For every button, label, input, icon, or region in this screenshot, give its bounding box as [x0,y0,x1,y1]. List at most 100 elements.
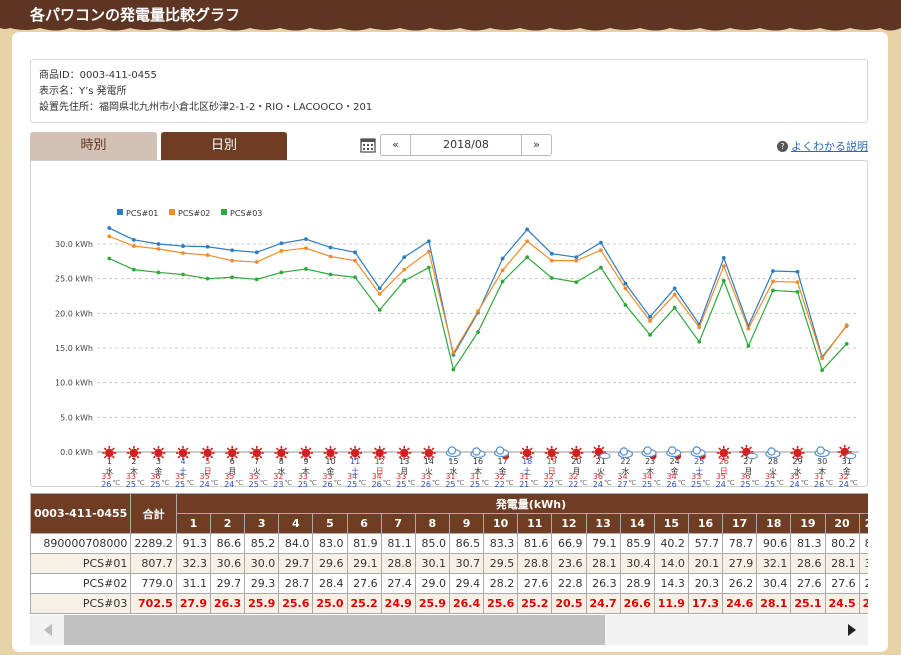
data-point [476,330,480,334]
data-point [107,256,112,261]
sun-ray [578,447,582,451]
product-id-text: 商品ID：0003-411-0455 [39,70,157,81]
cloud-puff [447,446,457,455]
celsius-unit: ℃ [653,479,661,487]
row-cell: 28.8 [517,553,553,574]
tab-hourly[interactable]: 時別 [30,132,157,160]
sun-ray [111,447,115,451]
sun-ray [234,447,238,451]
data-point [107,226,112,230]
data-point [500,279,505,284]
cloud-puff [816,446,825,455]
data-point [525,255,530,260]
data-point [328,254,333,259]
temp-low: 24 [839,480,849,488]
month-value[interactable]: 2018/08 [411,135,521,155]
y-tick-label: 25.0 kWh [55,275,93,284]
celsius-unit: ℃ [137,479,145,487]
sun-ray [210,447,214,451]
celsius-unit: ℃ [211,479,219,487]
sun-disc [522,448,532,458]
generation-table-wrapper: 0003-411-0455 合計 発電量(kWh) 1 2 3 4 5 6 7 8 9 10 11 1… [30,493,868,615]
celsius-unit: ℃ [678,479,686,487]
temp-low: 25 [249,480,259,488]
celsius-unit: ℃ [260,479,268,487]
data-point [279,241,284,246]
chart-legend: PCS#01 PCS#02 PCS#03 [117,209,262,218]
celsius-unit: ℃ [825,479,833,487]
data-point [426,265,431,270]
data-point [721,278,726,283]
data-point [574,280,579,285]
sun-ray [398,447,402,451]
day-header: 7 [380,513,416,534]
row-cell: 30.1 [414,553,450,574]
row-cell: 27.9 [722,553,758,574]
row-cell: 14.3 [653,573,689,594]
scroll-right-arrow-icon[interactable] [848,624,856,636]
row-label: 890000708000 [30,533,132,554]
day-header: 10 [483,513,519,534]
sun-ray [521,447,525,451]
celsius-unit: ℃ [383,479,391,487]
sun-ray [357,447,361,451]
table-total-header: 合計 [130,493,177,534]
legend-swatch [117,209,123,215]
row-cell: 25.9 [244,593,280,614]
horizontal-scrollbar[interactable] [30,615,868,645]
row-cell: 25.0 [312,593,348,614]
data-point [156,246,161,251]
scrollbar-thumb[interactable] [64,615,605,645]
row-cell: 20.3 [687,573,724,594]
day-header: 17 [722,513,758,534]
month-navigator: « 2018/08 » [380,134,552,156]
row-cell: 20.1 [687,553,724,574]
sun-ray [185,447,189,451]
data-point [795,269,800,274]
data-point [623,286,628,291]
y-tick-label: 30.0 kWh [55,240,93,249]
row-cell: 81.1 [380,533,416,554]
row-cell: 25.9 [414,593,450,614]
row-cell: 24.7 [585,593,621,614]
row-cell: 28.6 [790,553,826,574]
celsius-unit: ℃ [801,479,809,487]
celsius-unit: ℃ [555,479,563,487]
sun-ray [839,454,843,458]
data-point [574,258,579,263]
sun-ray [177,447,181,451]
celsius-unit: ℃ [334,479,342,487]
legend-label: PCS#03 [230,209,262,218]
next-month-button[interactable]: » [521,135,551,155]
day-header: 13 [585,513,621,534]
sun-ray [259,447,263,451]
y-tick-label: 10.0 kWh [55,379,93,388]
row-cell: 30.4 [756,573,792,594]
temp-low: 24 [789,480,799,488]
sun-cloud-icon [837,445,857,460]
cloud-puff [667,446,677,455]
row-label: PCS#02 [30,573,132,594]
row-cell: 86.6 [209,533,246,554]
calendar-icon[interactable] [360,137,376,153]
data-point [181,251,185,255]
data-point [672,305,677,310]
y-tick-label: 5.0 kWh [60,413,93,422]
help-link-label[interactable]: よくわかる説明 [791,140,868,153]
cloud-icon [765,447,781,459]
cloud-puff [619,447,629,456]
sun-disc [277,448,286,458]
row-cell: 57.7 [687,533,724,554]
prev-month-button[interactable]: « [381,135,411,155]
table-row: PCS#01 807.7 32.3 30.6 30.0 29.7 29.6 29.1 28.8 3… [30,553,868,574]
data-point [623,303,628,307]
help-link[interactable]: ? よくわかる説明 [777,138,868,154]
sun-disc [129,448,139,458]
legend-swatch [169,209,175,215]
data-point [254,260,259,264]
temp-low: 25 [126,480,136,488]
tab-daily[interactable]: 日別 [161,132,287,160]
day-header: 16 [687,513,724,534]
scroll-left-arrow-icon[interactable] [44,624,52,636]
row-cell: 81.9 [346,533,382,554]
